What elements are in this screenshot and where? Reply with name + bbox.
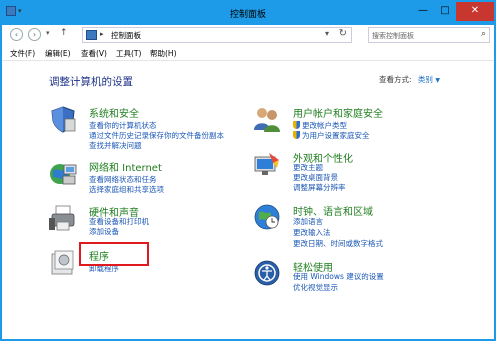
shield-icon[interactable] bbox=[49, 105, 77, 133]
refresh-icon[interactable]: ↻ bbox=[339, 28, 347, 39]
category-clock-language-region: 时钟、语言和区域 添加语言 更改输入法 更改日期、时间或数字格式 bbox=[253, 203, 483, 249]
highlight-box bbox=[79, 242, 149, 266]
link-windows-recommended-settings[interactable]: 使用 Windows 建议的设置 bbox=[293, 271, 384, 282]
address-dropdown-icon[interactable]: ▾ bbox=[325, 29, 329, 38]
link-screen-resolution[interactable]: 调整屏幕分辨率 bbox=[293, 182, 346, 193]
breadcrumb-separator-icon: ▸ bbox=[100, 30, 104, 38]
maximize-button[interactable]: □ bbox=[434, 2, 456, 21]
category-system-security: 系统和安全 查看你的计算机状态 通过文件历史记录保存你的文件备份副本 查找并解决… bbox=[49, 105, 269, 151]
address-field[interactable]: ▸ 控制面板 ▾ ↻ bbox=[82, 27, 352, 43]
menu-bar: 文件(F) 编辑(E) 查看(V) 工具(T) 帮助(H) bbox=[2, 45, 494, 61]
close-button[interactable]: ✕ bbox=[456, 2, 494, 21]
breadcrumb-control-panel[interactable]: 控制面板 bbox=[111, 30, 141, 41]
link-homegroup-sharing[interactable]: 选择家庭组和共享选项 bbox=[89, 184, 164, 195]
up-button[interactable]: ↑ bbox=[60, 28, 68, 38]
minimize-button[interactable]: — bbox=[412, 2, 434, 21]
forward-button[interactable]: › bbox=[28, 28, 41, 41]
link-date-time-format[interactable]: 更改日期、时间或数字格式 bbox=[293, 238, 383, 249]
category-title[interactable]: 用户帐户和家庭安全 bbox=[293, 105, 383, 120]
link-troubleshoot[interactable]: 查找并解决问题 bbox=[89, 140, 142, 151]
category-appearance: 外观和个性化 更改主题 更改桌面背景 调整屏幕分辨率 bbox=[253, 150, 483, 196]
uac-shield-icon bbox=[293, 121, 300, 129]
link-optimize-visual-display[interactable]: 优化视觉显示 bbox=[293, 282, 338, 293]
category-user-accounts: 用户帐户和家庭安全 更改帐户类型 为用户设置家庭安全 bbox=[253, 105, 483, 141]
search-box[interactable]: 搜索控制面板 ⌕ bbox=[368, 27, 490, 43]
link-change-input-method[interactable]: 更改输入法 bbox=[293, 227, 331, 238]
view-by-label: 查看方式: bbox=[379, 75, 412, 84]
menu-view[interactable]: 查看(V) bbox=[81, 48, 107, 59]
printer-icon[interactable] bbox=[49, 204, 77, 232]
category-title[interactable]: 网络和 Internet bbox=[89, 159, 162, 174]
category-network-internet: 网络和 Internet 查看网络状态和任务 选择家庭组和共享选项 bbox=[49, 159, 269, 195]
address-bar-row: ‹ › ▾ ↑ ▸ 控制面板 ▾ ↻ 搜索控制面板 ⌕ bbox=[2, 25, 494, 45]
menu-edit[interactable]: 编辑(E) bbox=[45, 48, 71, 59]
link-add-language[interactable]: 添加语言 bbox=[293, 216, 323, 227]
search-input[interactable]: 搜索控制面板 bbox=[372, 31, 414, 41]
view-by: 查看方式: 类别 ▼ bbox=[379, 74, 440, 85]
search-icon[interactable]: ⌕ bbox=[481, 29, 486, 39]
link-family-safety[interactable]: 为用户设置家庭安全 bbox=[293, 130, 370, 141]
page-heading: 调整计算机的设置 bbox=[49, 76, 133, 88]
clock-globe-icon[interactable] bbox=[253, 203, 281, 231]
control-panel-icon bbox=[86, 30, 97, 40]
back-button[interactable]: ‹ bbox=[10, 28, 23, 41]
users-icon[interactable] bbox=[253, 105, 281, 133]
category-hardware-sound: 硬件和声音 查看设备和打印机 添加设备 bbox=[49, 204, 269, 240]
link-add-device[interactable]: 添加设备 bbox=[89, 226, 119, 237]
menu-tools[interactable]: 工具(T) bbox=[116, 48, 141, 59]
control-panel-window: ▾ 控制面板 — □ ✕ ‹ › ▾ ↑ ▸ 控制面板 ▾ ↻ 搜索控制面板 ⌕… bbox=[0, 0, 496, 341]
appearance-icon[interactable] bbox=[253, 150, 281, 178]
ease-of-access-icon[interactable] bbox=[253, 259, 281, 287]
title-bar[interactable]: ▾ 控制面板 — □ ✕ bbox=[2, 2, 494, 25]
menu-help[interactable]: 帮助(H) bbox=[150, 48, 177, 59]
programs-icon[interactable] bbox=[49, 248, 77, 276]
category-title[interactable]: 系统和安全 bbox=[89, 105, 139, 120]
view-by-arrow-icon[interactable]: ▼ bbox=[435, 77, 440, 84]
view-by-dropdown[interactable]: 类别 bbox=[418, 75, 433, 84]
category-ease-of-access: 轻松使用 使用 Windows 建议的设置 优化视觉显示 bbox=[253, 259, 483, 295]
uac-shield-icon bbox=[293, 131, 300, 139]
menu-file[interactable]: 文件(F) bbox=[10, 48, 35, 59]
network-globe-icon[interactable] bbox=[49, 159, 77, 187]
recent-locations-dropdown[interactable]: ▾ bbox=[46, 29, 50, 37]
